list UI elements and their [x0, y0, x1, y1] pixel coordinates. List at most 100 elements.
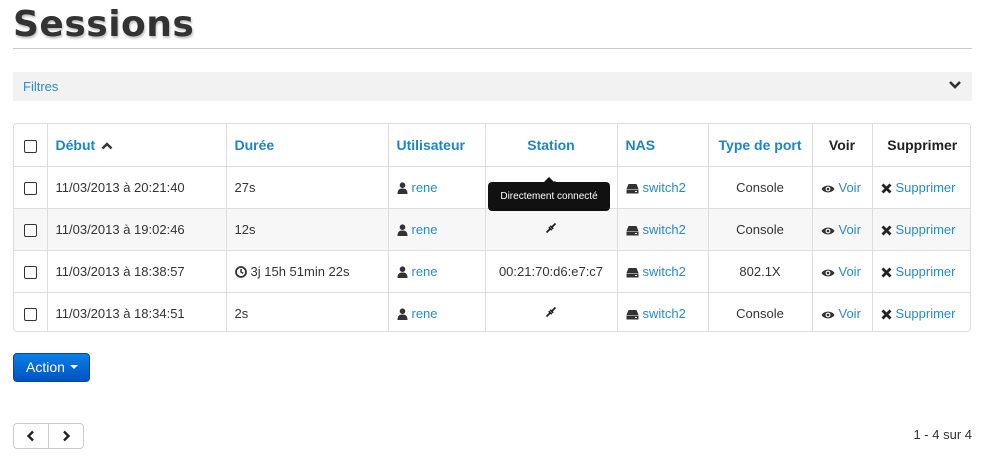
nas-cell: switch2 — [616, 208, 708, 251]
row-select-cell — [14, 166, 47, 209]
row-select-cell — [14, 292, 47, 331]
row-checkbox[interactable] — [23, 266, 37, 280]
delete-link[interactable]: Supprimer — [896, 222, 956, 237]
duree-value: 2s — [234, 306, 249, 321]
column-duree[interactable]: Durée — [225, 124, 388, 167]
station-cell — [484, 292, 617, 331]
nas-link[interactable]: switch2 — [643, 306, 686, 321]
supprimer-cell: Supprimer — [871, 250, 970, 293]
type-port-cell: 802.1X — [707, 250, 812, 293]
debut-cell: 11/03/2013 à 18:34:51 — [46, 292, 226, 331]
hdd-icon — [626, 268, 638, 278]
hdd-icon — [626, 226, 638, 236]
remove-icon — [881, 183, 891, 194]
row-checkbox[interactable] — [23, 182, 37, 196]
sessions-table: Début Durée Utilisateur Station NAS Type… — [13, 123, 971, 332]
user-link[interactable]: rene — [412, 306, 438, 321]
user-icon — [397, 266, 407, 278]
direct-connection-icon[interactable] — [545, 222, 557, 234]
view-link[interactable]: Voir — [839, 306, 861, 321]
nas-link[interactable]: switch2 — [643, 180, 686, 195]
pagination-info: 1 - 4 sur 4 — [913, 427, 972, 442]
user-link[interactable]: rene — [412, 180, 438, 195]
column-utilisateur[interactable]: Utilisateur — [387, 124, 485, 167]
duree-value: 27s — [234, 180, 256, 195]
duree-cell: 12s — [225, 208, 388, 251]
utilisateur-cell: rene — [387, 250, 485, 293]
column-type-port[interactable]: Type de port — [707, 124, 812, 167]
next-page-button[interactable] — [49, 424, 83, 448]
debut-cell: 11/03/2013 à 20:21:40 — [46, 166, 226, 209]
delete-link[interactable]: Supprimer — [896, 306, 956, 321]
table-header-row: Début Durée Utilisateur Station NAS Type… — [14, 124, 970, 167]
voir-cell: Voir — [811, 208, 872, 251]
title-divider — [13, 48, 972, 49]
row-select-cell — [14, 250, 47, 293]
eye-icon — [821, 227, 834, 235]
duree-value: 3j 15h 51min 22s — [250, 264, 350, 279]
duree-value: 12s — [234, 222, 256, 237]
supprimer-cell: Supprimer — [871, 292, 970, 331]
eye-icon — [821, 269, 834, 277]
filters-label: Filtres — [23, 79, 59, 94]
user-link[interactable]: rene — [412, 222, 438, 237]
nas-cell: switch2 — [616, 166, 708, 209]
voir-cell: Voir — [811, 250, 872, 293]
nas-link[interactable]: switch2 — [643, 264, 686, 279]
debut-cell: 11/03/2013 à 19:02:46 — [46, 208, 226, 251]
column-debut[interactable]: Début — [46, 124, 226, 167]
type-port-cell: Console — [707, 166, 812, 209]
supprimer-cell: Supprimer — [871, 208, 970, 251]
caret-down-icon — [69, 365, 78, 369]
view-link[interactable]: Voir — [839, 180, 861, 195]
nas-cell: switch2 — [616, 250, 708, 293]
hdd-icon — [626, 184, 638, 194]
duree-cell: 3j 15h 51min 22s — [225, 250, 388, 293]
delete-link[interactable]: Supprimer — [896, 264, 956, 279]
column-nas[interactable]: NAS — [616, 124, 708, 167]
station-value: 00:21:70:d6:e7:c7 — [498, 264, 604, 279]
debut-cell: 11/03/2013 à 18:38:57 — [46, 250, 226, 293]
direct-connection-icon[interactable] — [545, 306, 557, 318]
row-checkbox[interactable] — [23, 308, 37, 322]
chevron-down-icon — [949, 81, 961, 89]
user-icon — [397, 224, 407, 236]
table-row: 11/03/2013 à 18:38:57 3j 15h 51min 22s ren… — [14, 250, 970, 293]
filters-toggle[interactable]: Filtres — [13, 72, 972, 101]
eye-icon — [821, 185, 834, 193]
voir-cell: Voir — [811, 166, 872, 209]
pagination-controls — [13, 423, 84, 449]
remove-icon — [881, 309, 891, 320]
clock-icon — [234, 266, 247, 278]
hdd-icon — [626, 310, 638, 320]
utilisateur-cell: rene — [387, 292, 485, 331]
select-all-checkbox[interactable] — [23, 139, 37, 153]
remove-icon — [881, 267, 891, 278]
nas-link[interactable]: switch2 — [643, 222, 686, 237]
nas-cell: switch2 — [616, 292, 708, 331]
sort-ascending-icon — [101, 142, 113, 150]
delete-link[interactable]: Supprimer — [896, 180, 956, 195]
table-row: 11/03/2013 à 19:02:46 12s rene switch2 Conso… — [14, 208, 970, 251]
supprimer-cell: Supprimer — [871, 166, 970, 209]
station-cell — [484, 208, 617, 251]
action-dropdown-button[interactable]: Action — [13, 353, 90, 382]
view-link[interactable]: Voir — [839, 264, 861, 279]
view-link[interactable]: Voir — [839, 222, 861, 237]
utilisateur-cell: rene — [387, 166, 485, 209]
voir-cell: Voir — [811, 292, 872, 331]
utilisateur-cell: rene — [387, 208, 485, 251]
page-title: Sessions — [13, 4, 195, 45]
column-supprimer: Supprimer — [871, 124, 970, 167]
column-station[interactable]: Station — [484, 124, 617, 167]
chevron-left-icon — [26, 430, 34, 442]
column-debut-label: Début — [55, 137, 96, 153]
duree-cell: 2s — [225, 292, 388, 331]
station-tooltip: Directement connecté — [488, 177, 610, 211]
select-all-cell — [14, 124, 47, 167]
user-link[interactable]: rene — [412, 264, 438, 279]
duree-cell: 27s — [225, 166, 388, 209]
previous-page-button[interactable] — [14, 424, 49, 448]
station-cell: 00:21:70:d6:e7:c7 — [484, 250, 617, 293]
row-checkbox[interactable] — [23, 224, 37, 238]
